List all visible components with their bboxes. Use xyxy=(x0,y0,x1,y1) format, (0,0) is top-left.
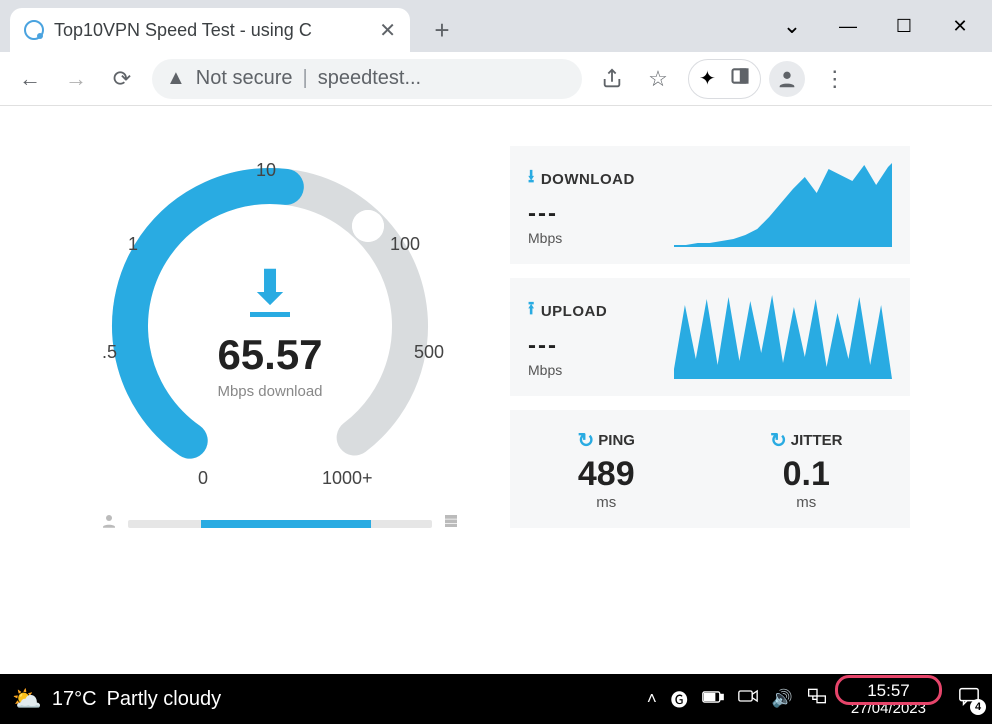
ping-icon: ↻ xyxy=(578,428,595,453)
tabs-dropdown-icon[interactable]: ⌄ xyxy=(764,6,820,46)
download-label: DOWNLOAD xyxy=(541,171,635,188)
download-icon: ⭳ xyxy=(528,164,535,194)
back-button[interactable]: ← xyxy=(8,57,52,101)
new-tab-button[interactable]: + xyxy=(422,10,462,50)
windows-taskbar: ⛅ 17°C Partly cloudy ˄ 🅖 🔊 15:57 27/04/2… xyxy=(0,674,992,724)
minimize-button[interactable]: — xyxy=(820,6,876,46)
download-arrow-icon: ⬇ xyxy=(100,264,440,310)
weather-desc: Partly cloudy xyxy=(107,688,222,711)
jitter-metric: ↻JITTER 0.1 ms xyxy=(770,428,842,511)
url-text: speedtest... xyxy=(318,67,421,90)
jitter-icon: ↻ xyxy=(770,428,787,453)
not-secure-icon: ▲ xyxy=(166,67,186,90)
window-controls: ⌄ — ☐ ✕ xyxy=(764,0,992,52)
close-window-button[interactable]: ✕ xyxy=(932,6,988,46)
menu-button[interactable]: ⋮ xyxy=(813,57,857,101)
gauge-tick-5: 500 xyxy=(414,342,444,363)
browser-tab[interactable]: Top10VPN Speed Test - using C ✕ xyxy=(10,8,410,52)
extensions-icon[interactable]: ✦ xyxy=(699,66,716,91)
maximize-button[interactable]: ☐ xyxy=(876,6,932,46)
server-icon xyxy=(442,512,460,535)
client-icon xyxy=(100,512,118,535)
reload-button[interactable]: ⟳ xyxy=(100,57,144,101)
gauge-tick-0: 0 xyxy=(198,468,208,489)
gauge-tick-2: 1 xyxy=(128,234,138,255)
share-button[interactable] xyxy=(590,57,634,101)
jitter-label: JITTER xyxy=(791,432,843,449)
upload-label: UPLOAD xyxy=(541,303,607,320)
jitter-unit: ms xyxy=(770,494,842,511)
ping-unit: ms xyxy=(578,494,635,511)
browser-toolbar: ← → ⟳ ▲ Not secure | speedtest... ☆ ✦ ⋮ xyxy=(0,52,992,106)
gauge-value: 65.57 xyxy=(100,331,440,379)
gauge-tick-4: 100 xyxy=(390,234,420,255)
jitter-value: 0.1 xyxy=(770,455,842,494)
tray-volume-icon[interactable]: 🔊 xyxy=(772,689,793,709)
extensions-group: ✦ xyxy=(688,59,761,99)
weather-temp: 17°C xyxy=(52,688,97,711)
notification-count: 4 xyxy=(970,699,986,715)
upload-unit: Mbps xyxy=(528,362,658,378)
progress-track xyxy=(128,520,432,528)
bookmark-button[interactable]: ☆ xyxy=(636,57,680,101)
page-content: ⬇ 65.57 Mbps download 0 .5 1 10 100 500 … xyxy=(0,106,992,674)
system-tray: ˄ 🅖 🔊 15:57 27/04/2023 4 xyxy=(647,679,980,720)
gauge-tick-3: 10 xyxy=(256,160,276,181)
ping-value: 489 xyxy=(578,455,635,494)
gauge-tick-6: 1000+ xyxy=(322,468,373,489)
upload-sparkline xyxy=(674,295,892,379)
download-sparkline xyxy=(674,163,892,247)
window-titlebar: Top10VPN Speed Test - using C ✕ + ⌄ — ☐ … xyxy=(0,0,992,52)
upload-card: ⭱ UPLOAD --- Mbps xyxy=(510,278,910,396)
close-tab-icon[interactable]: ✕ xyxy=(379,18,396,43)
speed-gauge: ⬇ 65.57 Mbps download 0 .5 1 10 100 500 … xyxy=(100,146,460,535)
tab-title: Top10VPN Speed Test - using C xyxy=(54,20,371,41)
ping-label: PING xyxy=(598,432,635,449)
profile-button[interactable] xyxy=(769,61,805,97)
tray-language-icon[interactable]: 🅖 xyxy=(671,686,688,711)
ping-metric: ↻PING 489 ms xyxy=(578,428,635,511)
tray-battery-icon[interactable] xyxy=(702,689,724,709)
gauge-unit: Mbps download xyxy=(100,383,440,400)
annotation-highlight xyxy=(835,675,942,705)
security-label: Not secure xyxy=(196,67,293,90)
sidepanel-icon[interactable] xyxy=(730,66,750,91)
tray-camera-icon[interactable] xyxy=(738,688,758,709)
favicon-icon xyxy=(24,20,44,40)
taskbar-clock[interactable]: 15:57 27/04/2023 xyxy=(841,679,936,720)
notifications-button[interactable]: 4 xyxy=(958,686,980,711)
download-unit: Mbps xyxy=(528,230,658,246)
download-card: ⭳ DOWNLOAD --- Mbps xyxy=(510,146,910,264)
weather-icon: ⛅ xyxy=(12,685,42,714)
tray-chevron-icon[interactable]: ˄ xyxy=(647,689,657,709)
weather-widget[interactable]: ⛅ 17°C Partly cloudy xyxy=(12,685,221,714)
latency-card: ↻PING 489 ms ↻JITTER 0.1 ms xyxy=(510,410,910,528)
upload-icon: ⭱ xyxy=(528,296,535,326)
forward-button[interactable]: → xyxy=(54,57,98,101)
download-value: --- xyxy=(528,200,658,228)
upload-value: --- xyxy=(528,332,658,360)
tray-network-icon[interactable] xyxy=(807,687,827,710)
client-server-bar xyxy=(100,512,460,535)
gauge-center: ⬇ 65.57 Mbps download xyxy=(100,264,440,400)
address-bar[interactable]: ▲ Not secure | speedtest... xyxy=(152,59,582,99)
gauge-tick-1: .5 xyxy=(102,342,117,363)
